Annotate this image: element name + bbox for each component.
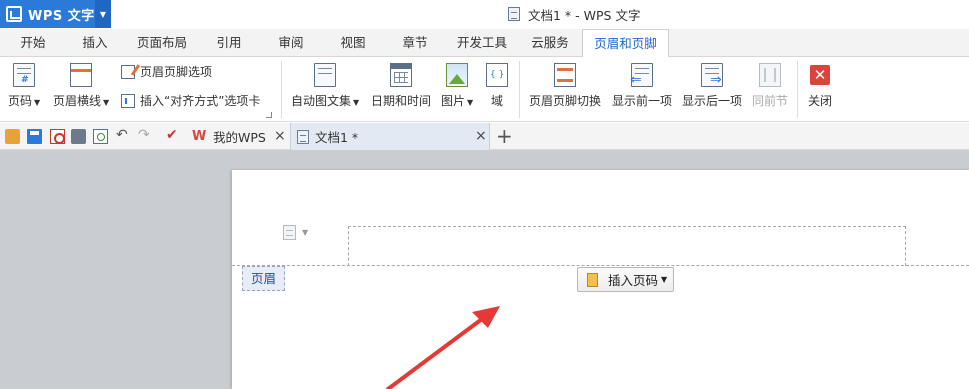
annotation-arrow bbox=[386, 306, 500, 389]
arrow-shaft bbox=[386, 314, 488, 389]
